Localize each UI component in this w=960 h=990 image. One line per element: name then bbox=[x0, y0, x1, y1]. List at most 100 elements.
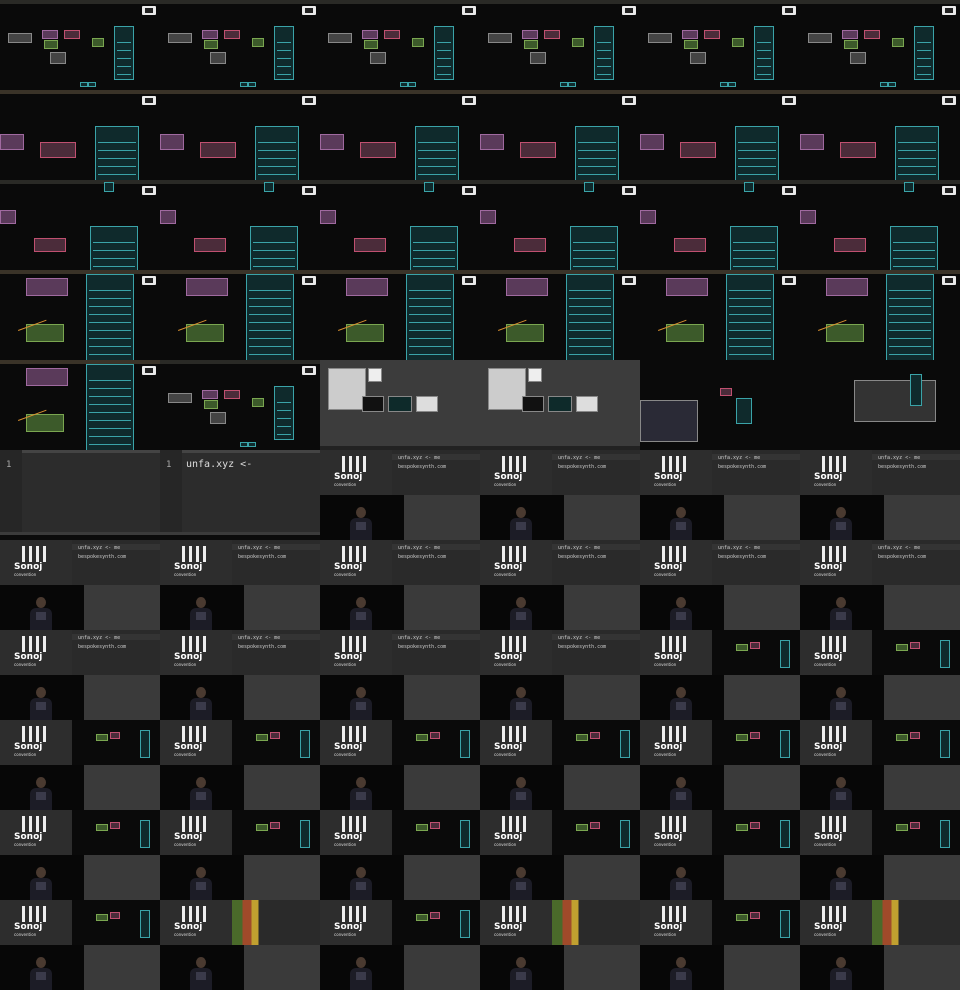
speaker bbox=[830, 777, 852, 810]
top-strip bbox=[800, 90, 960, 94]
teal-module bbox=[895, 126, 939, 180]
teal-rows bbox=[917, 35, 931, 75]
sonoj-logo: Sonoj convention bbox=[640, 450, 712, 495]
sonoj-word: Sonoj bbox=[494, 562, 523, 572]
app-logo-icon bbox=[782, 96, 796, 105]
speaker-head bbox=[36, 777, 46, 788]
empty-panel bbox=[84, 945, 160, 990]
sonoj-sub: convention bbox=[334, 752, 357, 757]
slide-daw bbox=[552, 900, 640, 945]
sonoj-sub: convention bbox=[654, 572, 677, 577]
top-strip bbox=[320, 270, 480, 274]
graph-thumbnail bbox=[160, 180, 320, 270]
module-node bbox=[110, 732, 120, 739]
camera-feed bbox=[640, 585, 724, 630]
graph-thumbnail bbox=[800, 270, 960, 360]
code-line: unfa.xyz <- me bbox=[558, 545, 601, 551]
slide-graph bbox=[392, 720, 480, 765]
speaker-shirt bbox=[356, 882, 366, 890]
empty-panel bbox=[84, 675, 160, 720]
module-node bbox=[270, 822, 280, 829]
sonoj-bars-icon bbox=[822, 546, 846, 562]
sonoj-sub: convention bbox=[654, 752, 677, 757]
sonoj-sub: convention bbox=[814, 572, 837, 577]
teal-rows bbox=[757, 35, 771, 75]
module-node bbox=[506, 324, 544, 342]
app-logo-icon bbox=[142, 276, 156, 285]
camera-feed bbox=[640, 495, 724, 540]
camera-feed bbox=[480, 675, 564, 720]
top-strip bbox=[160, 270, 320, 274]
speaker bbox=[190, 777, 212, 810]
graph-thumbnail bbox=[0, 270, 160, 360]
module-node bbox=[530, 52, 546, 64]
speaker-shirt bbox=[356, 792, 366, 800]
slide-editor: unfa.xyz <- me bespokesynth.com bbox=[232, 630, 320, 675]
desktop-thumbnail bbox=[480, 360, 640, 450]
app-window bbox=[548, 396, 572, 412]
sonoj-word: Sonoj bbox=[174, 922, 203, 932]
speaker-shirt bbox=[836, 522, 846, 530]
talk-thumbnail: Sonoj convention bbox=[480, 810, 640, 900]
sonoj-bars-icon bbox=[822, 456, 846, 472]
speaker-shirt bbox=[36, 612, 46, 620]
speaker bbox=[190, 867, 212, 900]
teal-module bbox=[940, 640, 950, 668]
speaker-head bbox=[196, 777, 206, 788]
app-window bbox=[522, 396, 544, 412]
graph-thumbnail bbox=[320, 180, 480, 270]
app-logo-icon bbox=[142, 186, 156, 195]
speaker bbox=[350, 687, 372, 720]
sonoj-logo: Sonoj convention bbox=[640, 630, 712, 675]
small-node bbox=[400, 82, 408, 87]
url-line: bespokesynth.com bbox=[558, 644, 607, 650]
teal-module bbox=[780, 910, 790, 938]
module-node bbox=[896, 644, 908, 651]
sonoj-word: Sonoj bbox=[654, 742, 683, 752]
speaker-shirt bbox=[356, 702, 366, 710]
module-node bbox=[680, 142, 716, 158]
module-node bbox=[160, 134, 184, 150]
teal-module bbox=[780, 820, 790, 848]
sonoj-word: Sonoj bbox=[334, 832, 363, 842]
talk-thumbnail: Sonoj convention bbox=[480, 720, 640, 810]
sonoj-sub: convention bbox=[334, 932, 357, 937]
top-strip bbox=[320, 180, 480, 184]
teal-module bbox=[255, 126, 299, 180]
code-line: unfa.xyz <- me bbox=[558, 635, 601, 641]
sonoj-logo: Sonoj convention bbox=[480, 720, 552, 765]
module-node bbox=[204, 400, 218, 409]
sonoj-bars-icon bbox=[662, 546, 686, 562]
module-node bbox=[256, 734, 268, 741]
empty-panel bbox=[884, 495, 960, 540]
module-node bbox=[520, 142, 556, 158]
graph-thumbnail bbox=[160, 360, 320, 450]
module-node bbox=[42, 30, 58, 39]
speaker-shirt bbox=[836, 972, 846, 980]
module-node bbox=[202, 30, 218, 39]
speaker-head bbox=[196, 867, 206, 878]
module-node bbox=[0, 134, 24, 150]
editor-statusbar bbox=[0, 532, 160, 535]
empty-panel bbox=[404, 945, 480, 990]
sonoj-word: Sonoj bbox=[334, 742, 363, 752]
sonoj-bars-icon bbox=[182, 726, 206, 742]
sonoj-sub: convention bbox=[174, 572, 197, 577]
app-logo-icon bbox=[782, 186, 796, 195]
speaker-head bbox=[676, 777, 686, 788]
sonoj-word: Sonoj bbox=[654, 562, 683, 572]
top-strip bbox=[0, 0, 160, 4]
app-logo-icon bbox=[302, 96, 316, 105]
sonoj-sub: convention bbox=[654, 932, 677, 937]
url-line: bespokesynth.com bbox=[878, 464, 927, 470]
code-line: unfa.xyz <- me bbox=[878, 545, 921, 551]
speaker-shirt bbox=[676, 522, 686, 530]
teal-module bbox=[736, 398, 752, 424]
small-node bbox=[104, 182, 114, 192]
sonoj-sub: convention bbox=[494, 572, 517, 577]
camera-feed bbox=[800, 585, 884, 630]
graph-thumbnail bbox=[640, 360, 800, 450]
sonoj-sub: convention bbox=[814, 752, 837, 757]
speaker-head bbox=[36, 597, 46, 608]
talk-thumbnail: Sonoj convention bbox=[800, 810, 960, 900]
